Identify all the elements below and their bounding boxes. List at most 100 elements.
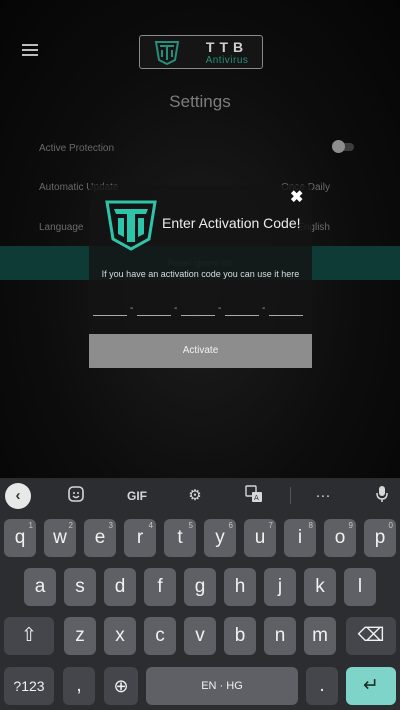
key-hint: 6 — [228, 521, 233, 530]
app-screen: TTB Antivirus Settings Active Protection… — [0, 0, 400, 478]
symbols-key[interactable]: ?123 — [4, 667, 54, 705]
dialog-subtitle: If you have an activation code you can u… — [101, 269, 300, 279]
backspace-key[interactable]: ⌫ — [346, 617, 396, 655]
key-hint: 2 — [68, 521, 73, 530]
activation-code-fields: - - - - — [93, 303, 309, 317]
key-hint: 7 — [268, 521, 273, 530]
key-label: l — [357, 576, 363, 597]
key-label: m — [312, 625, 328, 646]
key-y[interactable]: y6 — [204, 519, 236, 557]
key-label: j — [277, 576, 283, 597]
close-icon[interactable]: ✖ — [290, 187, 303, 207]
key-label: k — [315, 576, 325, 597]
key-hint: 3 — [108, 521, 113, 530]
code-field-5[interactable] — [269, 303, 303, 316]
key-k[interactable]: k — [304, 568, 336, 606]
soft-keyboard: ‹ GIF ⚙ A ··· q1w2e3r4t5y6u7i8o9p0asdfgh… — [0, 478, 400, 710]
shift-key[interactable]: ⇧ — [4, 617, 54, 655]
key-label: o — [334, 527, 346, 548]
code-field-4[interactable] — [225, 303, 259, 316]
key-hint: 8 — [308, 521, 313, 530]
key-label: v — [195, 625, 205, 646]
key-c[interactable]: c — [144, 617, 176, 655]
shield-icon — [154, 41, 180, 65]
key-label: g — [194, 576, 206, 597]
key-label: p — [374, 527, 386, 548]
back-icon[interactable]: ‹ — [5, 483, 31, 509]
key-hint: 4 — [148, 521, 153, 530]
key-hint: 5 — [188, 521, 193, 530]
mic-icon[interactable] — [370, 485, 394, 507]
activate-button[interactable]: Activate — [89, 334, 312, 368]
key-s[interactable]: s — [64, 568, 96, 606]
code-separator: - — [218, 303, 222, 314]
key-label: z — [75, 625, 85, 646]
toggle-knob[interactable] — [332, 140, 345, 153]
key-g[interactable]: g — [184, 568, 216, 606]
key-label: y — [215, 527, 225, 548]
code-field-3[interactable] — [181, 303, 215, 316]
key-n[interactable]: n — [264, 617, 296, 655]
key-q[interactable]: q1 — [4, 519, 36, 557]
key-hint: 0 — [388, 521, 393, 530]
key-label: w — [53, 527, 67, 548]
translate-icon[interactable]: A — [242, 485, 266, 507]
key-label: f — [157, 576, 163, 597]
key-label: c — [155, 625, 165, 646]
keyboard-toolbar: ‹ GIF ⚙ A ··· — [0, 478, 400, 514]
key-b[interactable]: b — [224, 617, 256, 655]
sticker-icon[interactable] — [64, 485, 88, 507]
key-j[interactable]: j — [264, 568, 296, 606]
code-separator: - — [262, 303, 266, 314]
code-field-1[interactable] — [93, 303, 127, 316]
key-u[interactable]: u7 — [244, 519, 276, 557]
key-hint: 9 — [348, 521, 353, 530]
emoji-comma-key[interactable]: , — [63, 667, 95, 705]
space-key[interactable]: EN · HG — [146, 667, 298, 705]
key-label: e — [94, 527, 106, 548]
key-z[interactable]: z — [64, 617, 96, 655]
key-label: q — [14, 527, 26, 548]
logo-subtitle: Antivirus — [205, 55, 249, 66]
key-hint: 1 — [28, 521, 33, 530]
key-d[interactable]: d — [104, 568, 136, 606]
key-t[interactable]: t5 — [164, 519, 196, 557]
code-separator: - — [174, 303, 178, 314]
key-p[interactable]: p0 — [364, 519, 396, 557]
key-e[interactable]: e3 — [84, 519, 116, 557]
menu-icon[interactable] — [22, 44, 40, 58]
dialog-title: Enter Activation Code! — [162, 215, 301, 231]
app-logo: TTB Antivirus — [139, 35, 263, 69]
key-w[interactable]: w2 — [44, 519, 76, 557]
enter-key[interactable]: ↵ — [346, 667, 396, 705]
more-icon[interactable]: ··· — [311, 485, 335, 507]
key-f[interactable]: f — [144, 568, 176, 606]
key-h[interactable]: h — [224, 568, 256, 606]
period-key[interactable]: . — [306, 667, 338, 705]
key-label: i — [297, 527, 303, 548]
globe-key[interactable]: ⊕ — [104, 667, 138, 705]
key-o[interactable]: o9 — [324, 519, 356, 557]
key-x[interactable]: x — [104, 617, 136, 655]
settings-icon[interactable]: ⚙ — [183, 485, 207, 507]
key-label: h — [234, 576, 246, 597]
key-label: a — [34, 576, 46, 597]
page-title: Settings — [169, 92, 231, 111]
key-label: t — [177, 527, 183, 548]
activation-dialog: Enter Activation Code! ✖ If you have an … — [89, 185, 312, 368]
gif-button[interactable]: GIF — [122, 485, 152, 507]
key-l[interactable]: l — [344, 568, 376, 606]
logo-title: TTB — [205, 39, 249, 55]
svg-text:A: A — [254, 494, 259, 502]
key-label: n — [274, 625, 286, 646]
key-i[interactable]: i8 — [284, 519, 316, 557]
key-a[interactable]: a — [24, 568, 56, 606]
ttb-shield-icon — [105, 200, 157, 251]
key-r[interactable]: r4 — [124, 519, 156, 557]
code-separator: - — [130, 303, 134, 314]
key-label: b — [234, 625, 246, 646]
code-field-2[interactable] — [137, 303, 171, 316]
key-label: r — [136, 527, 144, 548]
key-m[interactable]: m — [304, 617, 336, 655]
key-v[interactable]: v — [184, 617, 216, 655]
